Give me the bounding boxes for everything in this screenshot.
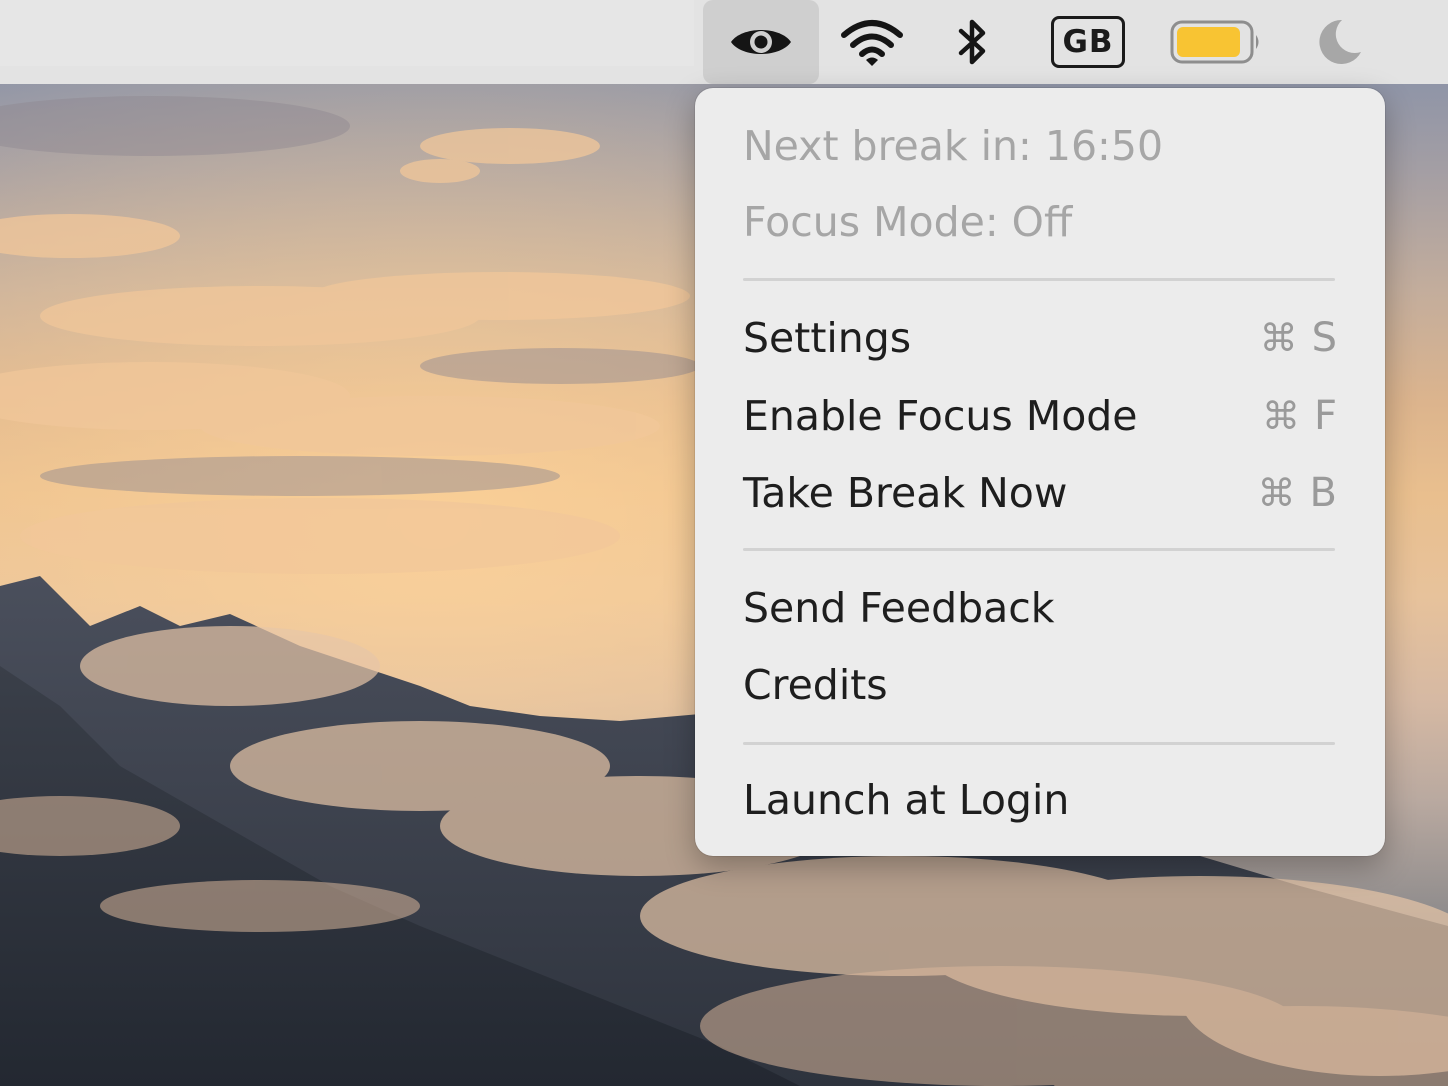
focus-mode-status: Focus Mode: Off <box>743 192 1337 252</box>
credits-menu-item[interactable]: Credits <box>743 655 1337 715</box>
take-break-now-label: Take Break Now <box>743 469 1068 517</box>
eye-icon <box>731 30 791 54</box>
command-key-icon: ⌘ <box>1261 394 1300 438</box>
enable-focus-mode-menu-item[interactable]: Enable Focus Mode ⌘ F <box>743 386 1337 446</box>
bluetooth-status-item[interactable] <box>944 0 1002 84</box>
take-break-now-shortcut: ⌘ B <box>1258 470 1337 516</box>
wifi-icon <box>841 20 903 66</box>
next-break-status: Next break in: 16:50 <box>743 116 1337 176</box>
focus-mode-label: Focus Mode: Off <box>743 198 1073 246</box>
battery-fill-level <box>1177 27 1240 57</box>
battery-status-item[interactable] <box>1166 0 1266 84</box>
do-not-disturb-status-item[interactable] <box>1306 0 1370 84</box>
battery-icon <box>1170 20 1259 64</box>
shortcut-key: S <box>1311 315 1337 361</box>
take-break-now-menu-item[interactable]: Take Break Now ⌘ B <box>743 463 1337 523</box>
next-break-label: Next break in: 16:50 <box>743 122 1164 170</box>
menu-separator <box>743 742 1335 745</box>
command-key-icon: ⌘ <box>1259 316 1298 360</box>
settings-label: Settings <box>743 314 912 362</box>
menu-separator <box>743 278 1335 281</box>
send-feedback-menu-item[interactable]: Send Feedback <box>743 578 1337 638</box>
enable-focus-mode-shortcut: ⌘ F <box>1262 393 1337 439</box>
send-feedback-label: Send Feedback <box>743 584 1055 632</box>
launch-at-login-menu-item[interactable]: Launch at Login <box>743 770 1337 830</box>
wifi-status-item[interactable] <box>836 0 908 84</box>
bluetooth-icon <box>958 19 986 65</box>
menu-bar: GB <box>0 0 1448 84</box>
credits-label: Credits <box>743 661 888 709</box>
keyboard-layout-status-item[interactable]: GB <box>1044 0 1132 84</box>
settings-shortcut: ⌘ S <box>1260 315 1337 361</box>
menu-bar-left-area <box>0 0 694 66</box>
command-key-icon: ⌘ <box>1257 471 1296 515</box>
keyboard-layout-icon: GB <box>1051 16 1125 68</box>
eye-status-item[interactable] <box>703 0 819 84</box>
shortcut-key: B <box>1309 470 1337 516</box>
moon-icon <box>1319 19 1361 64</box>
settings-menu-item[interactable]: Settings ⌘ S <box>743 308 1337 368</box>
launch-at-login-label: Launch at Login <box>743 776 1070 824</box>
enable-focus-mode-label: Enable Focus Mode <box>743 392 1138 440</box>
app-dropdown-menu: Next break in: 16:50 Focus Mode: Off Set… <box>695 88 1385 856</box>
menu-separator <box>743 548 1335 551</box>
shortcut-key: F <box>1313 393 1337 439</box>
